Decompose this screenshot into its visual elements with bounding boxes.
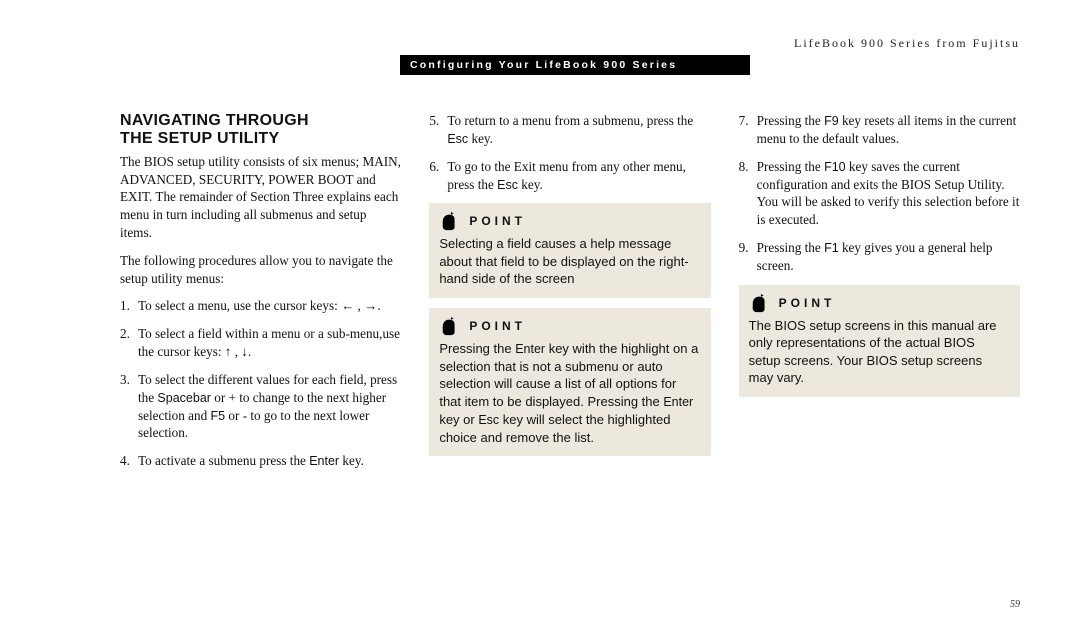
point-hand-icon bbox=[439, 211, 461, 231]
arrow-left-icon: ← bbox=[341, 298, 354, 313]
point-body: The BIOS setup screens in this manual ar… bbox=[749, 317, 1010, 387]
point-header: POINT bbox=[749, 293, 1010, 313]
point-callout: POINT Pressing the Enter key with the hi… bbox=[429, 308, 710, 456]
item-text: To select a menu, use the cursor keys: ←… bbox=[138, 297, 401, 315]
column-3: 7. Pressing the F9 key resets all items … bbox=[739, 112, 1020, 590]
list-item: 8. Pressing the F10 key saves the curren… bbox=[739, 158, 1020, 229]
item-number: 2. bbox=[120, 325, 138, 361]
item-text: Pressing the F10 key saves the current c… bbox=[757, 158, 1020, 229]
key-esc: Esc bbox=[447, 132, 468, 146]
item-number: 1. bbox=[120, 297, 138, 315]
key-f5: F5 bbox=[211, 409, 226, 423]
arrow-right-icon: → bbox=[364, 298, 377, 313]
list-item: 2. To select a field within a menu or a … bbox=[120, 325, 401, 361]
title-line-1: NAVIGATING THROUGH bbox=[120, 112, 309, 129]
column-2: 5. To return to a menu from a submenu, p… bbox=[429, 112, 710, 590]
item-text: To select the different values for each … bbox=[138, 371, 401, 442]
item-text: To select a field within a menu or a sub… bbox=[138, 325, 401, 361]
key-enter: Enter bbox=[309, 454, 339, 468]
item-number: 7. bbox=[739, 112, 757, 148]
key-esc: Esc bbox=[478, 413, 499, 427]
key-esc: Esc bbox=[497, 178, 518, 192]
list-item: 1. To select a menu, use the cursor keys… bbox=[120, 297, 401, 315]
item-number: 4. bbox=[120, 452, 138, 470]
item-number: 3. bbox=[120, 371, 138, 442]
item-text: To return to a menu from a submenu, pres… bbox=[447, 112, 710, 148]
point-label: POINT bbox=[779, 295, 836, 311]
point-body: Pressing the Enter key with the highligh… bbox=[439, 340, 700, 446]
section-title: NAVIGATING THROUGH THE SETUP UTILITY bbox=[120, 112, 401, 149]
list-item: 9. Pressing the F1 key gives you a gener… bbox=[739, 239, 1020, 275]
page-number: 59 bbox=[1010, 599, 1020, 610]
point-body: Selecting a field causes a help message … bbox=[439, 235, 700, 288]
item-text: Pressing the F1 key gives you a general … bbox=[757, 239, 1020, 275]
column-1: NAVIGATING THROUGH THE SETUP UTILITY The… bbox=[120, 112, 401, 590]
item-number: 8. bbox=[739, 158, 757, 229]
key-f9: F9 bbox=[824, 114, 839, 128]
list-item: 3. To select the different values for ea… bbox=[120, 371, 401, 442]
item-number: 5. bbox=[429, 112, 447, 148]
item-text: To go to the Exit menu from any other me… bbox=[447, 158, 710, 194]
item-text: Pressing the F9 key resets all items in … bbox=[757, 112, 1020, 148]
intro-paragraph: The BIOS setup utility consists of six m… bbox=[120, 153, 401, 242]
item-text: To activate a submenu press the Enter ke… bbox=[138, 452, 401, 470]
point-hand-icon bbox=[749, 293, 771, 313]
item-number: 9. bbox=[739, 239, 757, 275]
point-hand-icon bbox=[439, 316, 461, 336]
manual-page: LifeBook 900 Series from Fujitsu Configu… bbox=[0, 0, 1080, 630]
key-enter: Enter bbox=[515, 342, 545, 356]
point-callout: POINT The BIOS setup screens in this man… bbox=[739, 285, 1020, 397]
key-f10: F10 bbox=[824, 160, 846, 174]
list-item: 7. Pressing the F9 key resets all items … bbox=[739, 112, 1020, 148]
list-item: 4. To activate a submenu press the Enter… bbox=[120, 452, 401, 470]
title-line-2: THE SETUP UTILITY bbox=[120, 130, 279, 147]
item-number: 6. bbox=[429, 158, 447, 194]
point-label: POINT bbox=[469, 213, 526, 229]
lead-paragraph: The following procedures allow you to na… bbox=[120, 252, 401, 288]
key-enter: Enter bbox=[663, 395, 693, 409]
list-item: 6. To go to the Exit menu from any other… bbox=[429, 158, 710, 194]
point-header: POINT bbox=[439, 211, 700, 231]
key-f1: F1 bbox=[824, 241, 839, 255]
arrow-down-icon: ↓ bbox=[241, 344, 248, 359]
point-header: POINT bbox=[439, 316, 700, 336]
section-bar: Configuring Your LifeBook 900 Series bbox=[400, 55, 750, 75]
content-columns: NAVIGATING THROUGH THE SETUP UTILITY The… bbox=[120, 112, 1020, 590]
point-callout: POINT Selecting a field causes a help me… bbox=[429, 203, 710, 298]
list-item: 5. To return to a menu from a submenu, p… bbox=[429, 112, 710, 148]
key-spacebar: Spacebar bbox=[157, 391, 211, 405]
header-product-line: LifeBook 900 Series from Fujitsu bbox=[794, 36, 1020, 51]
point-label: POINT bbox=[469, 318, 526, 334]
